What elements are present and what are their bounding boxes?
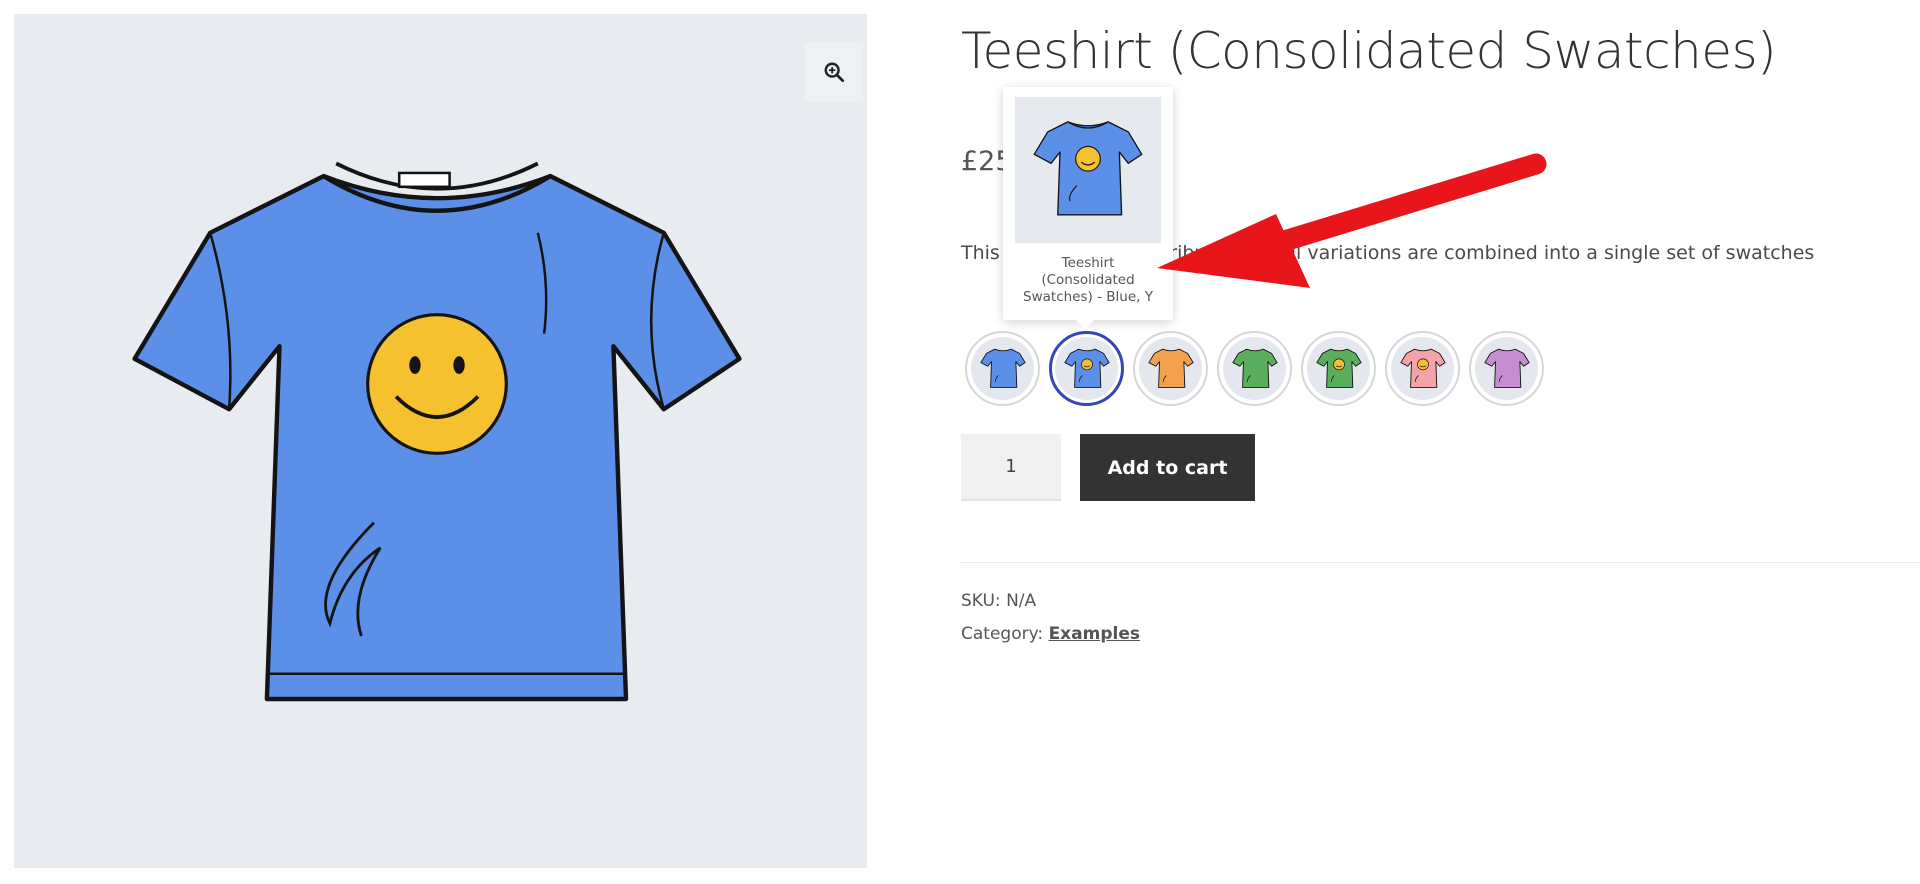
swatch-blue-2[interactable]	[1049, 331, 1124, 406]
tooltip-thumbnail	[1015, 97, 1161, 243]
category-label: Category:	[961, 624, 1044, 644]
sku-line: SKU: N/A	[961, 591, 1036, 611]
swatch-green-4[interactable]	[1217, 331, 1292, 406]
shirt-icon	[1315, 348, 1362, 388]
swatch-thumbnail	[971, 337, 1034, 400]
shirt-icon	[1063, 348, 1110, 388]
shirt-icon	[979, 348, 1026, 388]
product-gallery	[14, 14, 867, 868]
swatch-thumbnail	[1307, 337, 1370, 400]
add-to-cart-button[interactable]: Add to cart	[1080, 434, 1255, 501]
swatch-thumbnail	[1223, 337, 1286, 400]
swatch-thumbnail	[1055, 337, 1118, 400]
category-link[interactable]: Examples	[1049, 624, 1140, 644]
tooltip-caption: Teeshirt (Consolidated Swatches) - Blue,…	[1023, 255, 1153, 305]
swatch-pink-6[interactable]	[1385, 331, 1460, 406]
swatch-blue-1[interactable]	[965, 331, 1040, 406]
shirt-icon	[1399, 348, 1446, 388]
swatch-tooltip: Teeshirt (Consolidated Swatches) - Blue,…	[1003, 87, 1173, 329]
sku-value: N/A	[1006, 591, 1037, 611]
swatch-green-5[interactable]	[1301, 331, 1376, 406]
zoom-button[interactable]	[805, 43, 863, 101]
swatch-thumbnail	[1391, 337, 1454, 400]
swatch-thumbnail	[1475, 337, 1538, 400]
shirt-icon	[1147, 348, 1194, 388]
product-image[interactable]	[122, 132, 752, 762]
tooltip-shirt-image	[1033, 121, 1143, 216]
zoom-in-icon	[824, 62, 845, 83]
shirt-icon	[1483, 348, 1530, 388]
quantity-input[interactable]	[961, 434, 1061, 501]
swatch-orange-3[interactable]	[1133, 331, 1208, 406]
swatch-purple-7[interactable]	[1469, 331, 1544, 406]
variation-swatches	[965, 331, 1544, 406]
shirt-icon	[1231, 348, 1278, 388]
category-line: Category: Examples	[961, 624, 1140, 644]
swatch-thumbnail	[1139, 337, 1202, 400]
meta-divider	[961, 562, 1920, 563]
sku-label: SKU:	[961, 591, 1001, 611]
product-title: Teeshirt (Consolidated Swatches)	[961, 22, 1777, 80]
